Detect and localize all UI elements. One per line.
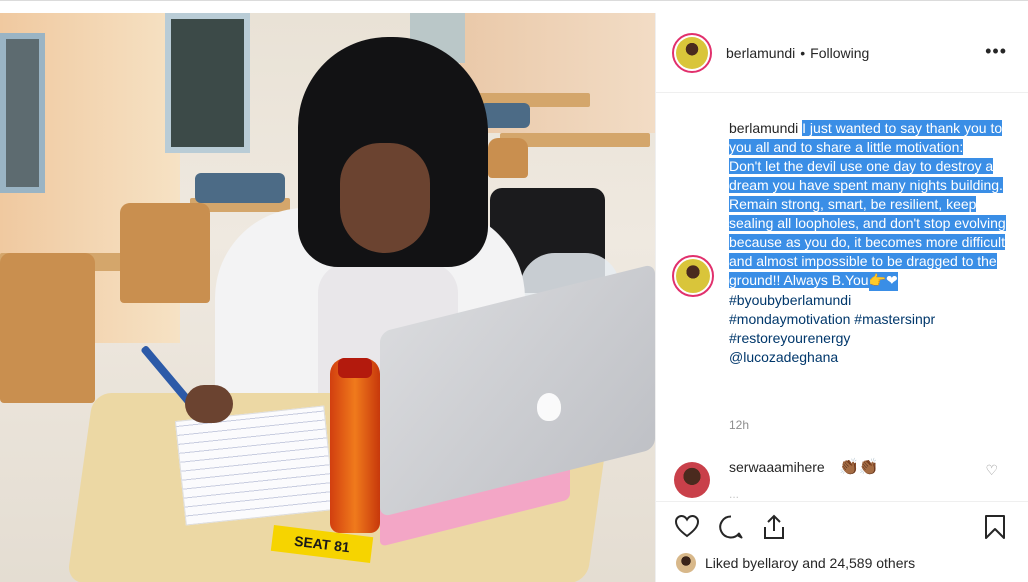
hashtag-link[interactable]: #mondaymotivation #mastersinpr <box>729 310 1014 329</box>
avatar-image <box>676 259 710 293</box>
comment-username[interactable]: serwaaamihere <box>729 459 825 475</box>
commenter-avatar[interactable] <box>674 462 710 498</box>
photo-window <box>0 33 45 193</box>
bookmark-icon[interactable] <box>984 514 1006 544</box>
photo-face <box>340 143 430 253</box>
photo-window <box>165 13 250 153</box>
photo-chair <box>195 173 285 203</box>
following-button[interactable]: Following <box>810 45 869 61</box>
likes-prefix: Liked by <box>705 555 758 571</box>
author-avatar[interactable] <box>672 32 712 73</box>
photo-chair <box>488 138 528 178</box>
mention-link[interactable]: @lucozadeghana <box>729 348 1014 367</box>
instagram-post: SEAT 81 berlamundi • Following ••• berla… <box>0 0 1028 582</box>
action-bar <box>656 501 1028 547</box>
comment-text: 👏🏾👏🏾 <box>839 457 879 476</box>
caption-avatar[interactable] <box>672 255 714 297</box>
likes-summary: Liked by ellaroy and 24,589 others <box>676 553 915 573</box>
liker-avatar[interactable] <box>676 553 696 573</box>
likes-count[interactable]: 24,589 others <box>830 555 916 571</box>
heart-icon[interactable] <box>674 514 700 542</box>
photo-bottle-cap <box>338 358 372 378</box>
post-photo[interactable]: SEAT 81 <box>0 13 655 582</box>
post-side-panel: berlamundi • Following ••• berlamundi I … <box>655 13 1028 582</box>
caption-text: berlamundi I just wanted to say thank yo… <box>729 119 1014 367</box>
post-timestamp[interactable]: 12h <box>729 418 749 432</box>
photo-chair <box>0 253 95 403</box>
post-header: berlamundi • Following ••• <box>656 13 1028 93</box>
caption-username[interactable]: berlamundi <box>729 120 798 136</box>
liker-username[interactable]: ellaroy <box>757 555 798 571</box>
hashtag-link[interactable]: #byoubyberlamundi <box>729 291 1014 310</box>
apple-logo-icon <box>537 393 561 421</box>
author-username[interactable]: berlamundi <box>726 45 795 61</box>
header-separator: • <box>800 44 806 61</box>
photo-bottle <box>330 358 380 533</box>
hashtag-link[interactable]: #restoreyourenergy <box>729 329 1014 348</box>
likes-and: and <box>798 555 830 571</box>
share-icon[interactable] <box>762 514 786 544</box>
comment-faded-text: ... <box>729 487 740 501</box>
caption-emoji: 👉❤ <box>868 272 898 291</box>
comment-icon[interactable] <box>718 514 744 544</box>
avatar-image <box>676 36 708 69</box>
comment-like-icon[interactable]: ♡ <box>985 463 998 479</box>
photo-hand <box>185 385 233 423</box>
photo-notebook <box>174 405 336 526</box>
more-horizontal-icon[interactable]: ••• <box>985 41 1007 62</box>
photo-chair <box>120 203 210 303</box>
caption-line-2: Don't let the devil use one day to destr… <box>729 158 1006 288</box>
